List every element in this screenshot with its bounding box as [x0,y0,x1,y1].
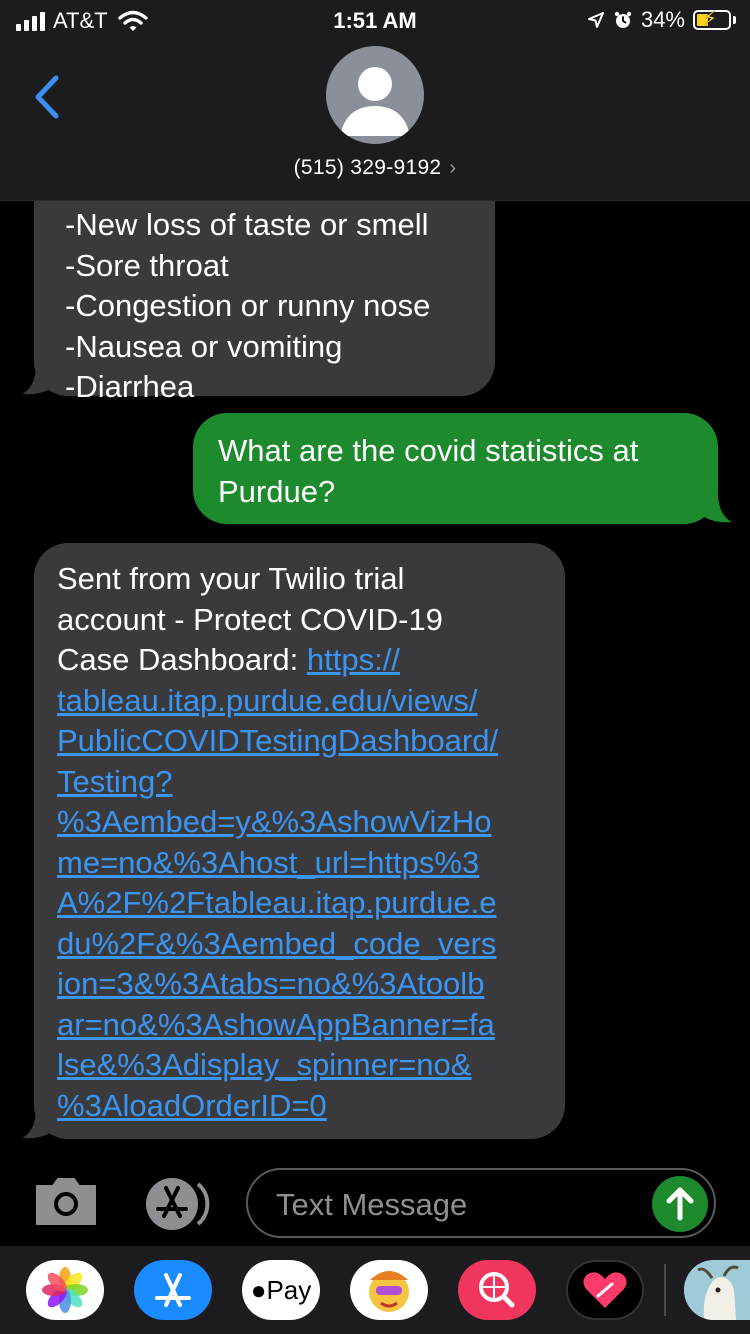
dashboard-link[interactable]: ion=3&%3Atabs=no&%3Atoolb [57,964,565,1005]
camera-icon[interactable] [33,1176,99,1228]
message-text: Case Dashboard: [57,642,307,677]
memoji-icon [369,1271,409,1312]
bubble-tail [698,484,732,523]
contact-avatar[interactable] [326,46,424,144]
alarm-icon [614,11,632,28]
dashboard-link[interactable]: Testing? [57,762,565,803]
contact-name[interactable]: (515) 329-9192 › [0,156,750,180]
bubble-tail [22,1100,56,1139]
message-line: -Sore throat [65,247,229,283]
message-line: -New loss of taste or smell [65,207,429,242]
chevron-right-icon: › [449,157,457,179]
message-line: account - Protect COVID-19 [57,601,443,637]
app-photos[interactable] [26,1260,104,1320]
dashboard-link[interactable]: ar=no&%3AshowAppBanner=fa [57,1005,565,1046]
app-store-icon[interactable] [140,1176,214,1232]
dashboard-link[interactable]: %3Aembed=y&%3AshowVizHo [57,802,565,843]
status-bar: AT&T 1:51 AM 34% ⚡ [0,0,750,40]
dashboard-link[interactable]: A%2F%2Ftableau.itap.purdue.e [57,883,565,924]
goat-icon [684,1260,750,1320]
app-app-store[interactable] [134,1260,212,1320]
app-image-search[interactable] [458,1260,536,1320]
apple-pay-label: Pay [266,1275,312,1305]
contact-number: (515) 329-9192 [293,156,442,179]
app-goat-game[interactable] [684,1260,750,1320]
dashboard-link[interactable]: PublicCOVIDTestingDashboard/ [57,721,565,762]
send-arrow-up-icon [666,1187,694,1221]
message-line: -Diarrhea [65,369,195,404]
message-line: -Nausea or vomiting [65,328,343,364]
text-message-input[interactable] [274,1184,638,1226]
app-memoji[interactable] [350,1260,428,1320]
battery-charging-icon: ⚡ [693,9,731,30]
drawer-divider [664,1264,666,1316]
send-button[interactable] [652,1176,708,1232]
location-arrow-icon [587,12,604,28]
battery-percent: 34% [640,7,685,32]
digital-touch-heart-icon [583,1272,627,1308]
person-silhouette-icon [340,67,410,136]
photos-icon [42,1267,88,1313]
app-apple-pay[interactable]: ●Pay [242,1260,320,1320]
dashboard-link[interactable]: me=no&%3Ahost_url=https%3 [57,843,565,884]
dashboard-link[interactable]: du%2F&%3Aembed_code_vers [57,924,565,965]
bubble-tail [22,356,56,395]
battery-tip [733,16,736,24]
dashboard-link[interactable]: %3AloadOrderID=0 [57,1086,565,1127]
dashboard-link[interactable]: https:// [307,642,400,677]
image-search-icon [479,1272,515,1308]
app-digital-touch[interactable] [566,1260,644,1320]
message-line: Sent from your Twilio trial [57,561,405,596]
dashboard-link[interactable]: tableau.itap.purdue.edu/views/ [57,681,565,722]
app-drawer: ●Pay [0,1246,750,1334]
message-line: Case Dashboard: https:// [57,640,565,681]
message-input-field[interactable] [246,1168,716,1238]
message-line: Purdue? [218,473,336,509]
message-line: -Congestion or runny nose [65,288,431,323]
outgoing-message-bubble[interactable]: What are the covid statistics at Purdue? [193,413,718,524]
apple-pay-icon: ● [250,1275,267,1305]
app-store-icon [155,1273,191,1307]
message-line: What are the covid statistics at [218,433,639,468]
chevron-left-icon[interactable] [28,72,68,122]
incoming-message-bubble[interactable]: Sent from your Twilio trial account - Pr… [34,543,565,1139]
dashboard-link[interactable]: lse&%3Adisplay_spinner=no& [57,1045,565,1086]
